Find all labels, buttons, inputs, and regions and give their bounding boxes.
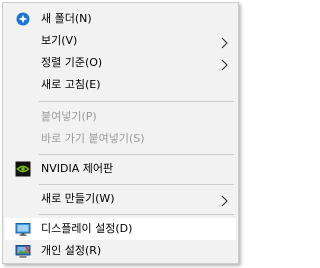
menu-separator: [39, 154, 234, 155]
menu-separator: [39, 214, 234, 215]
menu-item-paste: 붙여넣기(P): [5, 106, 236, 128]
chevron-right-icon: [219, 35, 229, 49]
menu-item-label: 바로 가기 붙여넣기(S): [41, 132, 145, 145]
menu-item-personalize[interactable]: 개인 설정(R): [5, 240, 236, 262]
menu-item-label: 새로 고침(E): [41, 78, 101, 91]
menu-item-label: 새 폴더(N): [41, 12, 92, 25]
menu-item-view[interactable]: 보기(V): [5, 30, 236, 52]
chevron-right-icon: [219, 193, 229, 207]
menu-item-display-settings[interactable]: 디스플레이 설정(D): [5, 218, 236, 240]
menu-item-new[interactable]: 새로 만들기(W): [5, 188, 236, 210]
menu-item-label: 디스플레이 설정(D): [41, 222, 133, 235]
menu-item-refresh[interactable]: 새로 고침(E): [5, 74, 236, 96]
menu-item-label: 붙여넣기(P): [41, 110, 97, 123]
menu-item-label: 개인 설정(R): [41, 244, 102, 257]
menu-item-sort-by[interactable]: 정렬 기준(O): [5, 52, 236, 74]
menu-separator: [39, 184, 234, 185]
new-folder-icon: [15, 11, 31, 27]
desktop-context-menu: 새 폴더(N) 보기(V) 정렬 기준(O) 새로 고침(E) 붙여넣기(P) …: [2, 2, 239, 264]
menu-item-nvidia-control-panel[interactable]: NVIDIA 제어판: [5, 158, 236, 180]
menu-item-new-folder[interactable]: 새 폴더(N): [5, 8, 236, 30]
menu-item-label: NVIDIA 제어판: [41, 162, 114, 175]
menu-item-paste-shortcut: 바로 가기 붙여넣기(S): [5, 128, 236, 150]
chevron-right-icon: [219, 57, 229, 71]
menu-item-label: 정렬 기준(O): [41, 56, 103, 69]
menu-item-label: 보기(V): [41, 34, 78, 47]
display-icon: [15, 221, 31, 237]
menu-item-label: 새로 만들기(W): [41, 192, 115, 205]
menu-separator: [39, 101, 234, 102]
personalize-icon: [15, 243, 31, 259]
nvidia-icon: [15, 161, 31, 177]
